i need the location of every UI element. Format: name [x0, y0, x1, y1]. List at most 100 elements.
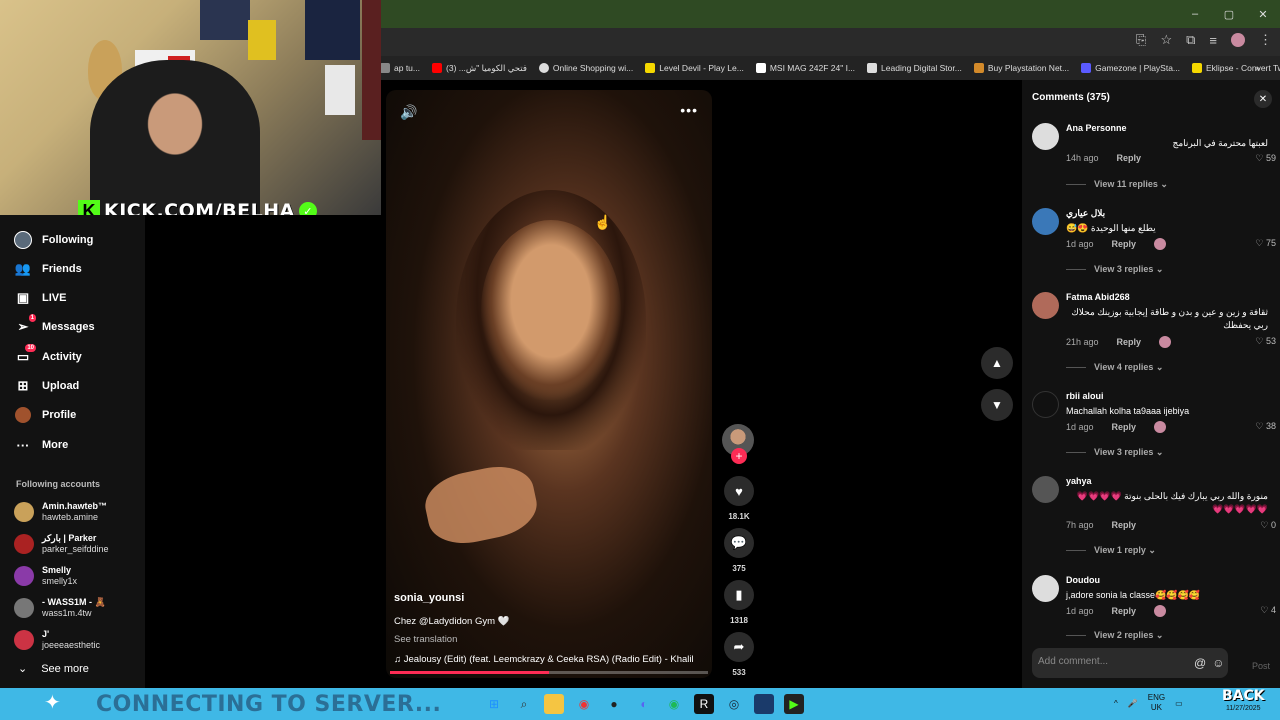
discord-icon[interactable]: ◐ — [634, 694, 654, 714]
see-more-button[interactable]: ⌄ See more — [18, 662, 89, 676]
maximize-button[interactable]: ▢ — [1212, 0, 1246, 28]
following-account[interactable]: Amin.hawteb™ hawteb.amine — [14, 501, 107, 523]
bookmark-item[interactable]: Online Shopping wi... — [538, 63, 633, 73]
reply-button[interactable]: Reply — [1112, 239, 1137, 249]
nav-friends[interactable]: 👥 Friends — [14, 260, 82, 278]
extensions-icon[interactable]: ⧉ — [1186, 32, 1195, 48]
previous-video-button[interactable]: ▲ — [981, 347, 1013, 379]
avatar[interactable] — [1032, 292, 1059, 319]
obs-icon[interactable]: ● — [604, 694, 624, 714]
volume-icon[interactable]: 🔊 — [400, 104, 417, 121]
avatar[interactable] — [1032, 123, 1059, 150]
comment-user[interactable]: Fatma Abid268 — [1066, 292, 1130, 302]
bookmark-icon[interactable]: ▮ — [724, 580, 754, 610]
creator-avatar[interactable]: + — [722, 424, 754, 464]
reply-button[interactable]: Reply — [1117, 153, 1142, 163]
following-account[interactable]: J' joeeeaesthetic — [14, 629, 100, 651]
follow-plus-icon[interactable]: + — [731, 448, 747, 464]
nav-activity[interactable]: ▭ 10 Activity — [14, 344, 82, 366]
comment-action[interactable]: 💬 375 — [724, 528, 754, 573]
more-options-icon[interactable]: ••• — [680, 102, 698, 118]
nav-upload[interactable]: ⊞ Upload — [14, 377, 80, 395]
comment-likes[interactable]: ♡ 59 — [1255, 153, 1276, 164]
following-account[interactable]: باركر | Parker parker_seifddine — [14, 533, 109, 555]
following-account[interactable]: Smelly smelly1x — [14, 565, 77, 587]
comment-likes[interactable]: ♡ 0 — [1260, 520, 1276, 531]
mic-icon[interactable]: 🎤 — [1128, 699, 1138, 708]
nav-live[interactable]: ▣ LIVE — [14, 289, 67, 307]
share-icon[interactable]: ➦ — [724, 632, 754, 662]
steam-icon[interactable]: ◎ — [724, 694, 744, 714]
video-progress-bar[interactable] — [390, 671, 708, 674]
app-icon[interactable] — [754, 694, 774, 714]
tray-chevron-icon[interactable]: ^ — [1114, 699, 1118, 708]
avatar[interactable] — [1032, 476, 1059, 503]
view-replies-button[interactable]: View 4 replies ⌄ — [1066, 362, 1163, 373]
like-action[interactable]: ♥ 18.1K — [724, 476, 754, 521]
view-replies-button[interactable]: View 11 replies ⌄ — [1066, 179, 1168, 190]
nav-more[interactable]: ··· More — [14, 436, 69, 454]
bookmark-item[interactable]: Leading Digital Stor... — [867, 63, 962, 73]
app-icon[interactable]: R — [694, 694, 714, 714]
nav-following[interactable]: Following — [14, 231, 93, 249]
reply-button[interactable]: Reply — [1112, 520, 1137, 530]
app-icon[interactable]: ▶ — [784, 694, 804, 714]
windows-start-icon[interactable]: ⊞ — [484, 694, 504, 714]
bookmark-item[interactable]: Buy Playstation Net... — [973, 63, 1069, 73]
bookmark-item[interactable]: Gamezone | PlaySta... — [1081, 63, 1180, 73]
comment-user[interactable]: Ana Personne — [1066, 123, 1127, 133]
view-replies-button[interactable]: View 3 replies ⌄ — [1066, 264, 1163, 275]
bookmark-star-icon[interactable]: ☆ — [1160, 32, 1172, 48]
bookmark-item[interactable]: فتحي الكوميا "ش... (3) — [432, 63, 527, 74]
comment-likes[interactable]: ♡ 75 — [1255, 238, 1276, 249]
minimize-button[interactable]: – — [1178, 0, 1212, 28]
spotify-icon[interactable]: ◉ — [664, 694, 684, 714]
mention-icon[interactable]: @ — [1194, 656, 1206, 670]
avatar[interactable] — [1032, 391, 1059, 418]
reply-button[interactable]: Reply — [1112, 606, 1137, 616]
music-title[interactable]: ♫ Jealousy (Edit) (feat. Leemckrazy & Ce… — [394, 654, 704, 665]
bookmark-item[interactable]: ap tu... — [380, 63, 420, 73]
share-action[interactable]: ➦ 533 — [724, 632, 754, 677]
browser-menu-icon[interactable]: ⋮ — [1259, 32, 1272, 48]
chrome-icon[interactable]: ◉ — [574, 694, 594, 714]
comment-user[interactable]: rbii aloui — [1066, 391, 1104, 401]
comment-user[interactable]: yahya — [1066, 476, 1092, 486]
emoji-icon[interactable]: ☺ — [1212, 656, 1224, 670]
bookmark-item[interactable]: Eklipse - Convert Tw... — [1192, 63, 1280, 73]
nav-profile[interactable]: Profile — [14, 406, 76, 424]
close-comments-button[interactable]: ✕ — [1254, 90, 1272, 108]
avatar[interactable] — [1032, 575, 1059, 602]
comment-likes[interactable]: ♡ 38 — [1255, 421, 1276, 432]
bookmark-item[interactable]: Level Devil - Play Le... — [645, 63, 744, 73]
nav-messages[interactable]: ➢ 1 Messages — [14, 314, 95, 336]
comment-likes[interactable]: ♡ 4 — [1260, 605, 1276, 616]
language-indicator[interactable]: ENG UK — [1148, 693, 1165, 713]
reading-list-icon[interactable]: ≡ — [1209, 33, 1217, 48]
view-replies-button[interactable]: View 3 replies ⌄ — [1066, 447, 1163, 458]
view-replies-button[interactable]: View 2 replies ⌄ — [1066, 630, 1163, 641]
see-translation-link[interactable]: See translation — [394, 634, 457, 645]
search-icon[interactable]: ⌕ — [514, 694, 534, 714]
video-author[interactable]: sonia_younsi — [394, 592, 464, 604]
save-action[interactable]: ▮ 1318 — [724, 580, 754, 625]
view-replies-button[interactable]: View 1 reply ⌄ — [1066, 545, 1156, 556]
video-player[interactable]: 🔊 ••• sonia_younsi Chez @Ladydidon Gym 🤍… — [386, 90, 712, 678]
comment-icon[interactable]: 💬 — [724, 528, 754, 558]
next-video-button[interactable]: ▼ — [981, 389, 1013, 421]
reply-button[interactable]: Reply — [1112, 422, 1137, 432]
bookmarks-overflow-icon[interactable]: » — [1255, 63, 1260, 73]
comment-user[interactable]: Doudou — [1066, 575, 1100, 585]
following-account[interactable]: - WASS1M - 🧸 wass1m.4tw — [14, 597, 106, 619]
comment-user[interactable]: بلال عياري — [1066, 208, 1105, 219]
bookmark-item[interactable]: MSI MAG 242F 24" I... — [755, 63, 855, 73]
avatar[interactable] — [1032, 208, 1059, 235]
file-explorer-icon[interactable] — [544, 694, 564, 714]
reply-button[interactable]: Reply — [1117, 337, 1142, 347]
comment-likes[interactable]: ♡ 53 — [1255, 336, 1276, 347]
post-button[interactable]: Post — [1252, 661, 1270, 671]
profile-avatar-icon[interactable] — [1231, 33, 1245, 47]
cast-icon[interactable]: ⎘ — [1136, 32, 1146, 48]
network-icon[interactable]: ▭ — [1175, 699, 1183, 708]
heart-icon[interactable]: ♥ — [724, 476, 754, 506]
